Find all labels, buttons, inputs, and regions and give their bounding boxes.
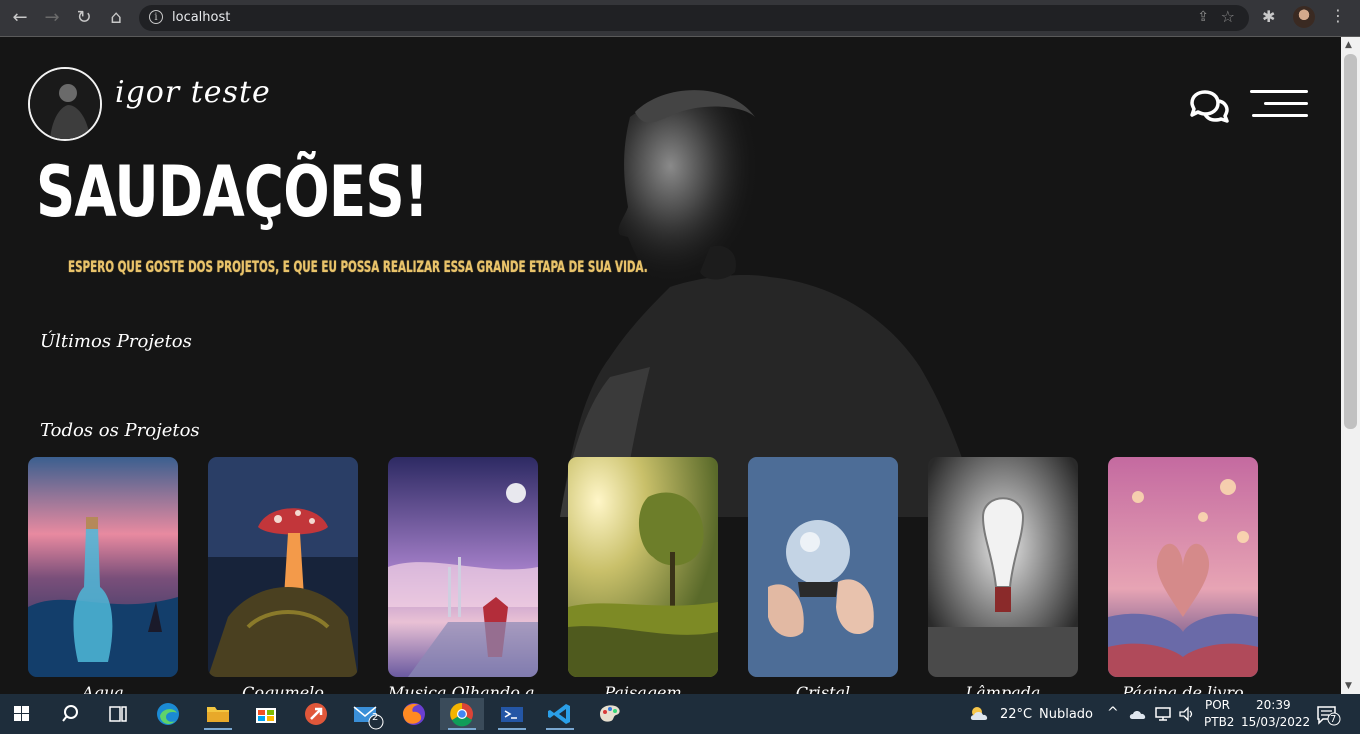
guitarist-moon-image xyxy=(388,457,538,677)
weather-description[interactable]: Nublado xyxy=(1039,707,1093,722)
rocket-icon xyxy=(305,703,327,725)
home-icon[interactable]: ⌂ xyxy=(104,6,128,30)
project-card-lampada[interactable] xyxy=(928,457,1078,677)
project-title[interactable]: Paisagem xyxy=(568,683,718,694)
clock-date[interactable]: 15/03/2022 xyxy=(1241,715,1310,729)
file-explorer-icon[interactable] xyxy=(196,698,240,730)
chrome-logo-icon xyxy=(450,702,473,727)
weather-cloud-icon[interactable] xyxy=(968,704,992,724)
paint-icon[interactable] xyxy=(588,698,632,730)
windows-start-icon[interactable] xyxy=(0,698,44,730)
avatar-photo-image xyxy=(30,69,100,139)
latest-projects-heading: Últimos Projetos xyxy=(40,331,192,352)
hamburger-menu-icon[interactable] xyxy=(1250,90,1308,118)
active-indicator xyxy=(204,728,232,730)
keyboard-layout-indicator[interactable]: PTB2 xyxy=(1204,715,1234,729)
windows-taskbar: 2 22°C Nublado ^ POR PTB2 20:39 15/03/20… xyxy=(0,694,1360,734)
project-card-agua[interactable] xyxy=(28,457,178,677)
hero-subtitle: ESPERO QUE GOSTE DOS PROJETOS, E QUE EU … xyxy=(68,257,648,276)
reload-icon[interactable]: ↻ xyxy=(72,6,96,30)
firefox-icon[interactable] xyxy=(392,698,436,730)
onedrive-cloud-icon[interactable] xyxy=(1129,708,1147,720)
language-indicator[interactable]: POR xyxy=(1205,698,1230,712)
page-viewport: igor teste SAUDAÇÕES! ESPERO QUE GOSTE D… xyxy=(0,37,1341,694)
mail-icon[interactable]: 2 xyxy=(344,698,388,730)
task-view-icon[interactable] xyxy=(96,698,140,730)
crystal-ball-image xyxy=(748,457,898,677)
microsoft-store-icon[interactable] xyxy=(244,698,288,730)
project-title[interactable]: Agua xyxy=(28,683,178,694)
store-bag-icon xyxy=(256,708,276,723)
firefox-logo-icon xyxy=(403,703,425,725)
search-glyph-icon xyxy=(62,705,78,722)
edge-browser-icon[interactable] xyxy=(146,698,190,730)
vscode-icon[interactable] xyxy=(538,698,582,730)
chat-bubbles-icon[interactable] xyxy=(1188,89,1230,123)
extensions-puzzle-icon[interactable]: ✱ xyxy=(1262,7,1275,26)
chrome-icon[interactable] xyxy=(440,698,484,730)
project-title[interactable]: Lâmpada xyxy=(928,683,1078,694)
bookmark-star-icon[interactable]: ☆ xyxy=(1221,7,1235,26)
site-info-icon[interactable]: i xyxy=(149,10,163,24)
browser-menu-icon[interactable]: ⋮ xyxy=(1330,6,1346,25)
hamburger-line xyxy=(1264,102,1308,105)
scroll-down-arrow-icon[interactable]: ▼ xyxy=(1345,681,1352,691)
page-scrollbar[interactable]: ▲ ▼ xyxy=(1341,37,1360,694)
hamburger-line xyxy=(1250,90,1308,93)
project-title[interactable]: Página de livro xyxy=(1108,683,1258,694)
lightbulb-image xyxy=(928,457,1078,677)
git-app-icon[interactable] xyxy=(294,698,338,730)
scroll-thumb[interactable] xyxy=(1344,54,1357,429)
browser-toolbar: ← → ↻ ⌂ i localhost ⇪ ☆ ✱ ⋮ xyxy=(0,0,1360,37)
scroll-up-arrow-icon[interactable]: ▲ xyxy=(1345,40,1352,50)
envelope-icon xyxy=(353,706,384,730)
search-icon[interactable] xyxy=(48,698,92,730)
project-card-musica-olhando-a-lua[interactable] xyxy=(388,457,538,677)
weather-temp[interactable]: 22°C xyxy=(1000,707,1032,722)
forward-arrow-icon[interactable]: → xyxy=(40,6,64,30)
avatar[interactable] xyxy=(28,67,102,141)
hero-title: SAUDAÇÕES! xyxy=(36,151,429,233)
back-arrow-icon[interactable]: ← xyxy=(8,6,32,30)
network-icon[interactable] xyxy=(1154,706,1172,722)
project-title[interactable]: Cogumelo xyxy=(208,683,358,694)
palette-icon xyxy=(600,705,620,722)
active-indicator xyxy=(498,728,526,730)
active-indicator xyxy=(448,728,476,730)
vscode-logo-icon xyxy=(548,704,570,724)
show-hidden-icons-chevron-icon[interactable]: ^ xyxy=(1107,705,1119,721)
hero-man-silhouette-image xyxy=(560,90,980,517)
terminal-prompt-icon xyxy=(501,707,523,722)
volume-speaker-icon[interactable] xyxy=(1178,706,1196,722)
project-title[interactable]: Cristal xyxy=(748,683,898,694)
project-card-cogumelo[interactable] xyxy=(208,457,358,677)
project-card-paisagem[interactable] xyxy=(568,457,718,677)
notification-count: 7 xyxy=(1330,714,1337,725)
landscape-tree-image xyxy=(568,457,718,677)
all-projects-heading: Todos os Projetos xyxy=(40,420,200,441)
clock-time[interactable]: 20:39 xyxy=(1256,698,1291,712)
edge-logo-icon xyxy=(157,703,179,725)
powershell-icon[interactable] xyxy=(490,698,534,730)
bottle-sea-image xyxy=(28,457,178,677)
active-indicator xyxy=(546,728,574,730)
notification-center-icon[interactable] xyxy=(1315,704,1341,726)
folder-icon xyxy=(207,707,229,722)
windows-logo-icon xyxy=(14,706,29,721)
project-title[interactable]: Musica Olhando a Lua xyxy=(388,683,538,694)
hamburger-line xyxy=(1252,114,1308,117)
brand-name: igor teste xyxy=(115,75,271,110)
mail-badge-count: 2 xyxy=(372,712,379,723)
project-card-pagina-de-livro[interactable] xyxy=(1108,457,1258,677)
share-icon[interactable]: ⇪ xyxy=(1197,9,1209,25)
task-view-glyph-icon xyxy=(109,706,127,722)
project-card-cristal[interactable] xyxy=(748,457,898,677)
address-bar[interactable]: i localhost ⇪ ☆ xyxy=(139,5,1249,31)
url-text[interactable]: localhost xyxy=(172,10,230,25)
book-heart-image xyxy=(1108,457,1258,677)
mushroom-image xyxy=(208,457,358,677)
profile-avatar[interactable] xyxy=(1293,6,1315,28)
